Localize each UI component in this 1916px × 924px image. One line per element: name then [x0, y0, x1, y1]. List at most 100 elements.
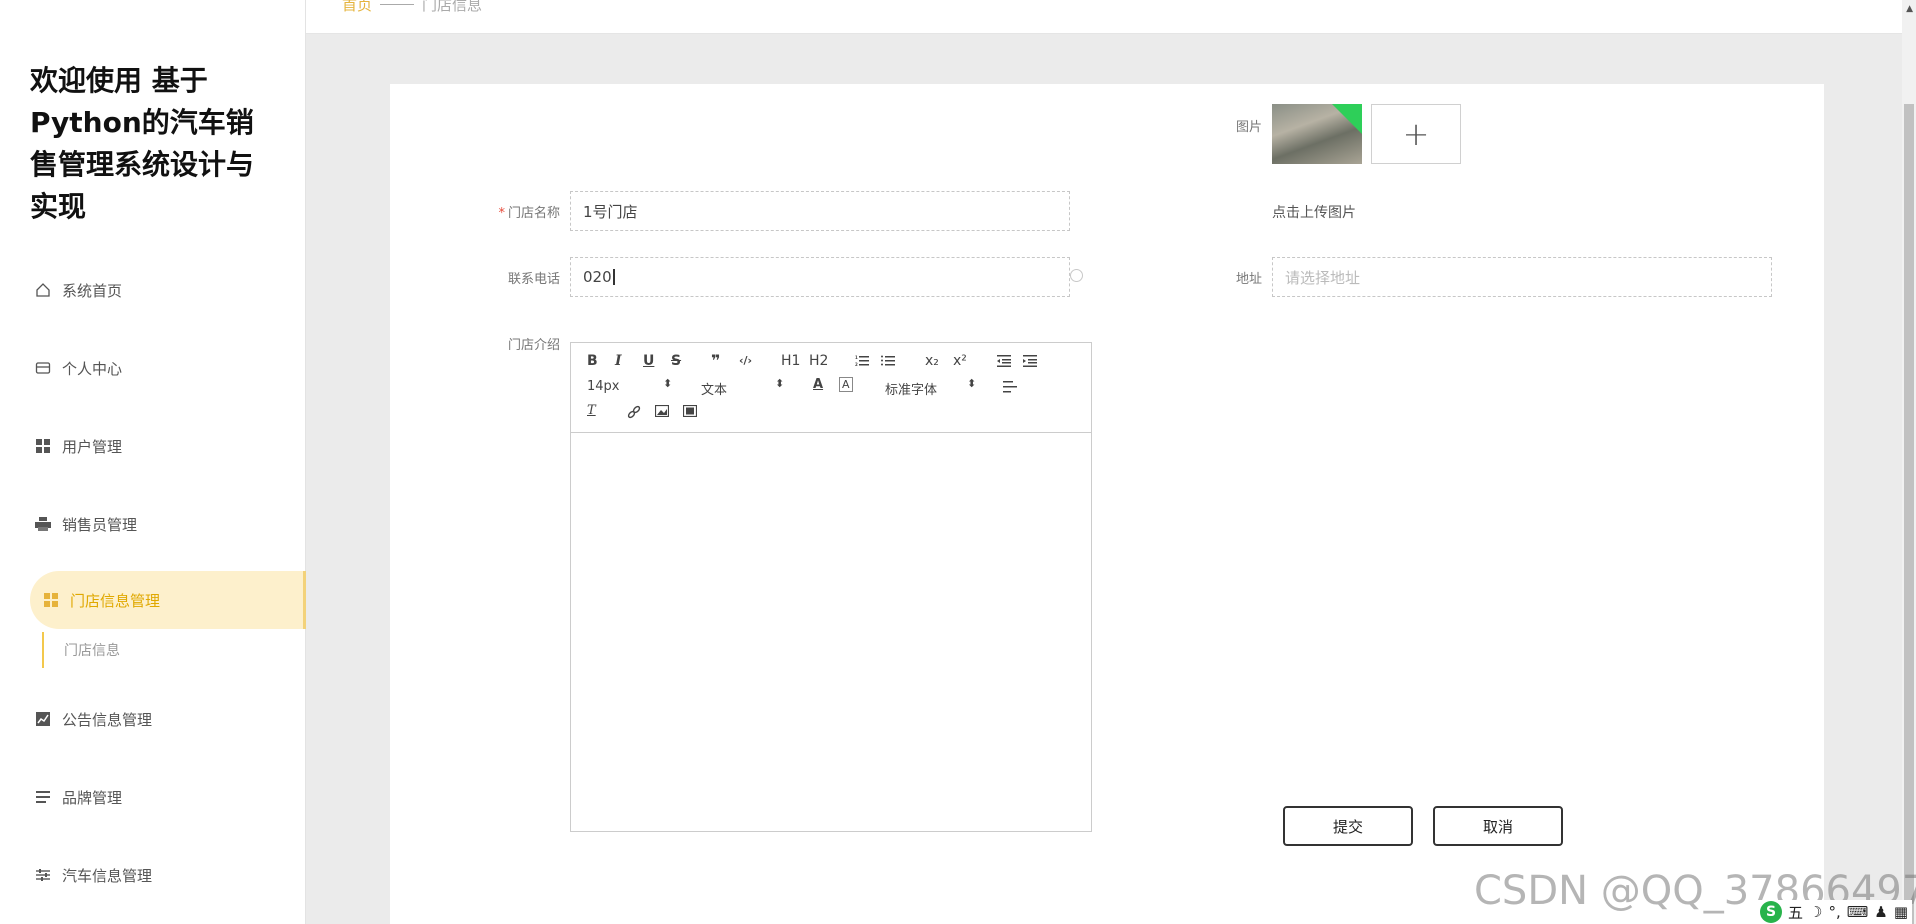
store-name-value: 1号门店 [583, 202, 638, 221]
moon-icon: ☽ [1809, 903, 1823, 921]
breadcrumb: 首页 门店信息 [342, 0, 482, 15]
image-label: 图片 [1235, 120, 1262, 135]
sidebar-item-salespeople[interactable]: 销售员管理 [34, 504, 294, 544]
code-button[interactable]: ‹/› [739, 354, 752, 367]
keyboard-icon: ⌨ [1846, 903, 1869, 921]
breadcrumb-home[interactable]: 首页 [342, 0, 372, 15]
upload-hint: 点击上传图片 [1272, 205, 1356, 221]
sidebar-item-home[interactable]: 系统首页 [34, 270, 294, 310]
sliders-icon [34, 866, 52, 884]
store-name-label: * 门店名称 [470, 202, 560, 221]
sidebar-item-cars[interactable]: 汽车信息管理 [34, 855, 294, 895]
submenu-item-store-info[interactable]: 门店信息 [42, 632, 120, 668]
required-asterisk: * [498, 206, 505, 221]
breadcrumb-current: 门店信息 [422, 0, 483, 14]
align-icon[interactable] [1003, 381, 1017, 397]
underline-button[interactable]: U [643, 353, 654, 369]
text-style-chevron-icon: ⬍ [775, 377, 785, 390]
text-style-select[interactable]: 文本 [701, 379, 727, 398]
phone-label: 联系电话 [507, 272, 560, 287]
sidebar-item-announcements[interactable]: 公告信息管理 [34, 699, 294, 739]
top-bar: 首页 门店信息 [306, 0, 1916, 34]
outdent-icon[interactable] [997, 355, 1011, 371]
skin-icon: ♟ [1874, 903, 1888, 921]
ime-toolbar[interactable]: S 五 ☽ °, ⌨ ♟ ▦ [1756, 900, 1913, 924]
font-size-value: 14px [587, 379, 620, 394]
superscript-button[interactable]: x² [953, 353, 967, 369]
ime-mode: 五 [1788, 903, 1804, 922]
sidebar-item-label: 销售员管理 [62, 515, 138, 534]
background-color-icon[interactable]: A [839, 377, 853, 392]
bullet-list-icon[interactable] [881, 355, 895, 371]
grid-icon [42, 591, 60, 609]
sidebar-item-label: 用户管理 [62, 437, 123, 456]
breadcrumb-separator [380, 4, 415, 5]
svg-text:2: 2 [855, 362, 858, 367]
address-input[interactable]: 请选择地址 [1272, 257, 1772, 297]
h1-button[interactable]: H1 [781, 353, 800, 369]
chart-icon [34, 710, 52, 728]
editor-toolbar: B I U S ❞ ‹/› H1 H2 12 x₂ x² 14px ⬍ 文本 ⬍… [571, 343, 1091, 433]
subscript-button[interactable]: x₂ [925, 353, 939, 369]
sidebar-item-label: 汽车信息管理 [62, 866, 153, 885]
indent-icon[interactable] [1023, 355, 1037, 371]
bold-button[interactable]: B [587, 353, 598, 369]
font-size-chevron-icon: ⬍ [663, 377, 673, 390]
page-scrollbar[interactable]: ▲ [1902, 0, 1916, 924]
sidebar-item-label: 门店信息管理 [70, 591, 161, 610]
sidebar-item-label: 系统首页 [62, 281, 123, 300]
submenu-item-label: 门店信息 [64, 643, 120, 659]
text-cursor-icon [612, 269, 615, 285]
store-name-input[interactable]: 1号门店 [570, 191, 1070, 231]
ordered-list-icon[interactable]: 12 [855, 355, 869, 371]
store-name-label-text: 门店名称 [507, 206, 560, 221]
punctuation-icon: °, [1828, 903, 1841, 921]
text-style-value: 文本 [701, 383, 728, 398]
strike-button[interactable]: S [671, 353, 681, 369]
phone-input[interactable]: 020 [570, 257, 1070, 297]
font-family-select[interactable]: 标准字体 [885, 379, 937, 398]
app-title: 欢迎使用 基于Python的汽车销售管理系统设计与实现 [30, 64, 255, 223]
sidebar: 欢迎使用 基于Python的汽车销售管理系统设计与实现 系统首页 个人中心 用户… [0, 0, 306, 924]
link-icon[interactable] [627, 405, 641, 423]
svg-text:1: 1 [855, 355, 858, 360]
font-color-icon[interactable]: A [813, 377, 823, 392]
font-size-select[interactable]: 14px [587, 379, 620, 394]
editor-content-area[interactable] [571, 433, 1091, 831]
cancel-button[interactable]: 取消 [1433, 806, 1563, 846]
sidebar-item-profile[interactable]: 个人中心 [34, 348, 294, 388]
plus-icon: + [1402, 115, 1430, 153]
font-family-chevron-icon: ⬍ [967, 377, 977, 390]
scroll-up-icon[interactable]: ▲ [1906, 4, 1913, 14]
rich-text-editor[interactable]: B I U S ❞ ‹/› H1 H2 12 x₂ x² 14px ⬍ 文本 ⬍… [570, 342, 1092, 832]
store-image-thumbnail[interactable] [1272, 104, 1362, 164]
address-label: 地址 [1235, 272, 1262, 287]
sidebar-item-users[interactable]: 用户管理 [34, 426, 294, 466]
image-icon[interactable] [654, 404, 670, 421]
phone-value: 020 [583, 268, 612, 286]
image-upload-button[interactable]: + [1371, 104, 1461, 164]
home-icon [34, 281, 52, 299]
address-placeholder: 请选择地址 [1285, 268, 1361, 287]
sidebar-item-brands[interactable]: 品牌管理 [34, 777, 294, 817]
italic-button[interactable]: I [615, 353, 622, 369]
sidebar-item-label: 公告信息管理 [62, 710, 153, 729]
scrollbar-thumb[interactable] [1904, 104, 1914, 924]
clear-icon[interactable] [1070, 269, 1083, 282]
card-icon [34, 359, 52, 377]
apps-icon: ▦ [1893, 903, 1909, 921]
video-icon[interactable] [682, 404, 698, 421]
list-icon [34, 788, 52, 806]
sidebar-item-store-info[interactable]: 门店信息管理 [30, 571, 306, 629]
h2-button[interactable]: H2 [809, 353, 828, 369]
sidebar-item-label: 个人中心 [62, 359, 123, 378]
quote-button[interactable]: ❞ [711, 351, 720, 370]
sidebar-item-label: 品牌管理 [62, 788, 123, 807]
grid-icon [34, 437, 52, 455]
clear-format-icon[interactable]: T [587, 403, 596, 418]
store-intro-label: 门店介绍 [507, 338, 560, 353]
submit-button[interactable]: 提交 [1283, 806, 1413, 846]
printer-icon [34, 515, 52, 533]
ime-logo-icon: S [1760, 901, 1782, 923]
font-family-value: 标准字体 [885, 383, 938, 398]
